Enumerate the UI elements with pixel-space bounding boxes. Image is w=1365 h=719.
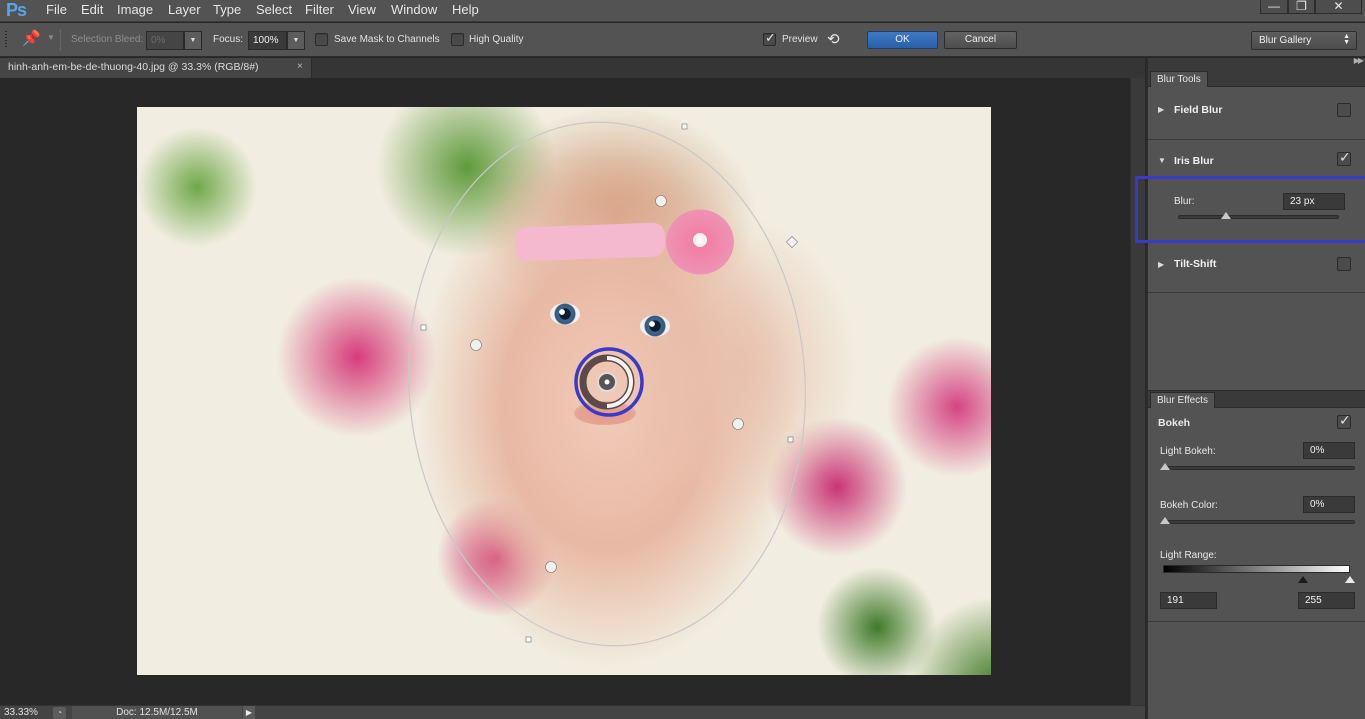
minimize-icon[interactable]: — (1260, 0, 1288, 14)
bokeh-color-slider-track[interactable] (1162, 520, 1355, 524)
preview-checkbox[interactable]: ✓ (763, 30, 776, 46)
tool-preset-caret-icon[interactable]: ▼ (47, 33, 55, 42)
tilt-shift-checkbox[interactable] (1337, 257, 1351, 271)
focus-label: Focus: (213, 34, 244, 45)
menu-select[interactable]: Select (256, 2, 292, 18)
collapse-arrow-icon[interactable]: ▼ (1158, 156, 1166, 165)
tab-blur-tools[interactable]: Blur Tools (1150, 71, 1208, 87)
status-menu-arrow-icon[interactable]: ▶ (243, 706, 255, 719)
right-eye-shape (640, 315, 670, 337)
check-icon: ✓ (1339, 412, 1351, 428)
blur-tools-tabbar: Blur Tools (1148, 70, 1365, 87)
right-panel: ▶▶ Blur Tools ▶ Field Blur ▼ Iris Blur ✓… (1146, 56, 1365, 719)
menu-file[interactable]: File (46, 2, 67, 18)
cancel-button[interactable]: Cancel (944, 31, 1017, 49)
headband-shape (514, 222, 666, 262)
section-tilt-shift[interactable]: ▶ Tilt-Shift (1148, 243, 1365, 293)
options-bar: 📌 ▼ Selection Bleed: 0% ▼ Focus: 100% ▼ … (0, 23, 1365, 57)
reset-icon[interactable]: ⟲ (827, 30, 840, 48)
save-mask-checkbox[interactable] (315, 33, 328, 46)
section-field-blur[interactable]: ▶ Field Blur (1148, 88, 1365, 140)
bokeh-color-slider-thumb[interactable] (1160, 517, 1170, 524)
light-bokeh-slider-thumb[interactable] (1160, 463, 1170, 470)
iris-blur-checkbox[interactable]: ✓ (1337, 149, 1351, 166)
photoshop-logo: Ps (6, 0, 27, 20)
ok-button[interactable]: OK (867, 31, 938, 49)
check-icon: ✓ (1339, 149, 1351, 165)
zoom-level[interactable]: 33.33% (4, 707, 38, 718)
menu-help[interactable]: Help (452, 2, 479, 18)
light-range-low-thumb[interactable] (1298, 576, 1308, 583)
document-tab-bar: hinh-anh-em-be-de-thuong-40.jpg @ 33.3% … (0, 58, 1145, 78)
close-window-icon[interactable]: ✕ (1315, 0, 1362, 14)
light-bokeh-input[interactable]: 0% (1303, 442, 1355, 459)
menu-type[interactable]: Type (213, 2, 241, 18)
left-eye-shape (550, 303, 580, 325)
mouth-shape (574, 401, 636, 425)
bow-shape (650, 192, 750, 292)
pin-tool-icon[interactable]: 📌 (22, 29, 41, 47)
workspace-select-value: Blur Gallery (1259, 35, 1312, 46)
bokeh-checkbox[interactable]: ✓ (1337, 412, 1351, 429)
light-range-low-input[interactable]: 191 (1160, 592, 1217, 609)
high-quality-checkbox[interactable] (451, 33, 464, 46)
light-range-high-input[interactable]: 255 (1298, 592, 1355, 609)
menu-window[interactable]: Window (391, 2, 437, 18)
vertical-scrollbar[interactable] (1130, 78, 1145, 705)
status-bar: 33.33% ◔ Doc: 12.5M/12.5M ▶ (0, 705, 1145, 719)
focus-input[interactable]: 100% (248, 31, 287, 50)
menu-filter[interactable]: Filter (305, 2, 334, 18)
document-tab[interactable]: hinh-anh-em-be-de-thuong-40.jpg @ 33.3% … (0, 58, 312, 78)
collapse-panel-icon[interactable]: ▶▶ (1354, 56, 1364, 65)
save-mask-label: Save Mask to Channels (334, 34, 440, 45)
document-tab-title: hinh-anh-em-be-de-thuong-40.jpg @ 33.3% … (8, 61, 259, 73)
check-icon: ✓ (765, 30, 776, 45)
divider (60, 29, 61, 51)
restore-icon[interactable]: ❐ (1288, 0, 1315, 14)
focus-dropdown[interactable]: ▼ (287, 31, 305, 50)
bokeh-label: Bokeh (1158, 417, 1191, 429)
photoshop-window: Ps File Edit Image Layer Type Select Fil… (0, 0, 1365, 719)
panel-header-strip: ▶▶ (1148, 56, 1365, 70)
grip-handle[interactable] (5, 31, 7, 49)
selection-bleed-input[interactable]: 0% (146, 31, 184, 50)
status-info-icon[interactable]: ◔ (53, 707, 66, 719)
menu-view[interactable]: View (348, 2, 376, 18)
tilt-shift-label: Tilt-Shift (1174, 258, 1217, 270)
blur-effects-tabbar: Blur Effects (1148, 390, 1365, 408)
field-blur-label: Field Blur (1174, 104, 1223, 116)
bokeh-color-input[interactable]: 0% (1303, 496, 1355, 513)
workspace-select[interactable]: Blur Gallery ▲ ▼ (1251, 31, 1357, 50)
selection-bleed-label: Selection Bleed: (71, 34, 144, 45)
expand-arrow-icon[interactable]: ▶ (1158, 260, 1164, 269)
selection-bleed-dropdown[interactable]: ▼ (184, 31, 202, 50)
light-range-high-thumb[interactable] (1345, 576, 1355, 583)
light-range-label: Light Range: (1160, 550, 1217, 561)
light-bokeh-slider-track[interactable] (1162, 466, 1355, 470)
divider (1148, 621, 1365, 622)
light-bokeh-label: Light Bokeh: (1160, 446, 1216, 457)
doc-size-info: Doc: 12.5M/12.5M (72, 706, 242, 719)
menu-image[interactable]: Image (117, 2, 153, 18)
preview-label: Preview (782, 34, 818, 45)
menu-bar: Ps File Edit Image Layer Type Select Fil… (0, 0, 1365, 22)
menu-layer[interactable]: Layer (168, 2, 201, 18)
expand-arrow-icon[interactable]: ▶ (1158, 105, 1164, 114)
document-image[interactable] (137, 107, 991, 675)
tab-blur-effects[interactable]: Blur Effects (1150, 392, 1215, 408)
updown-icon: ▲ ▼ (1343, 33, 1350, 46)
field-blur-checkbox[interactable] (1337, 103, 1351, 117)
highlight-box (1135, 176, 1365, 243)
bokeh-color-label: Bokeh Color: (1160, 500, 1218, 511)
light-range-gradient[interactable] (1163, 565, 1350, 573)
menu-edit[interactable]: Edit (81, 2, 103, 18)
iris-blur-label: Iris Blur (1174, 155, 1214, 167)
close-tab-icon[interactable]: × (297, 61, 303, 72)
high-quality-label: High Quality (469, 34, 524, 45)
